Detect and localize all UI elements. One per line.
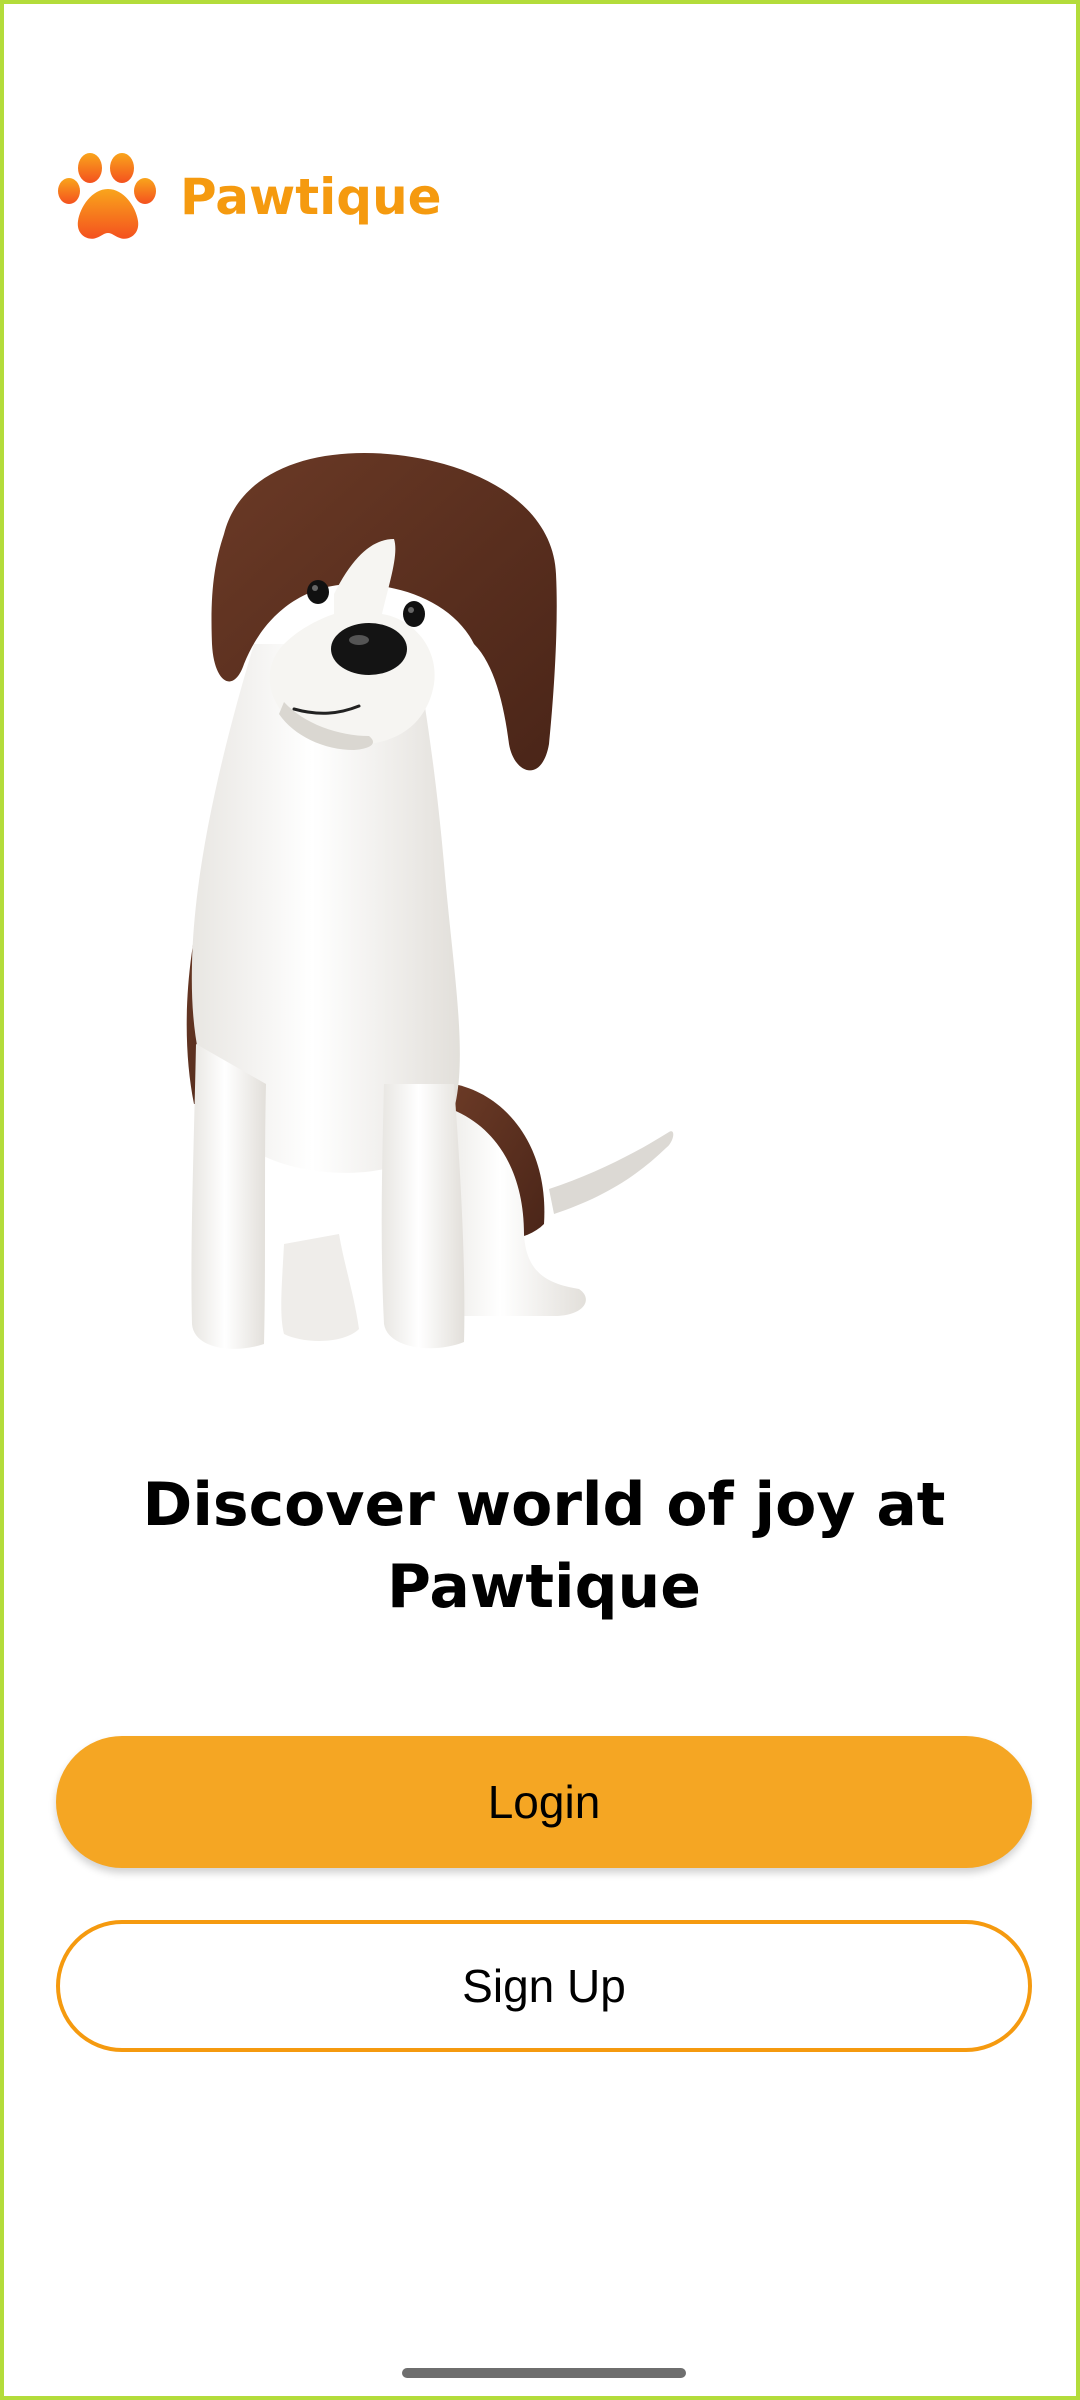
welcome-headline: Discover world of joy at Pawtique bbox=[142, 1470, 946, 1622]
brand-name: Pawtique bbox=[180, 168, 442, 226]
welcome-screen: Pawtique Discover world of joy at Pawtiq… bbox=[0, 0, 1080, 2400]
login-button-label: Login bbox=[487, 1776, 601, 1828]
signup-button-label: Sign Up bbox=[462, 1960, 626, 2012]
login-button[interactable]: Login bbox=[56, 1736, 1032, 1868]
dog-illustration bbox=[186, 452, 674, 1349]
brand-header: Pawtique bbox=[56, 152, 442, 242]
signup-button[interactable]: Sign Up bbox=[56, 1920, 1032, 2052]
paw-icon bbox=[58, 153, 156, 239]
home-indicator[interactable] bbox=[402, 2368, 686, 2378]
